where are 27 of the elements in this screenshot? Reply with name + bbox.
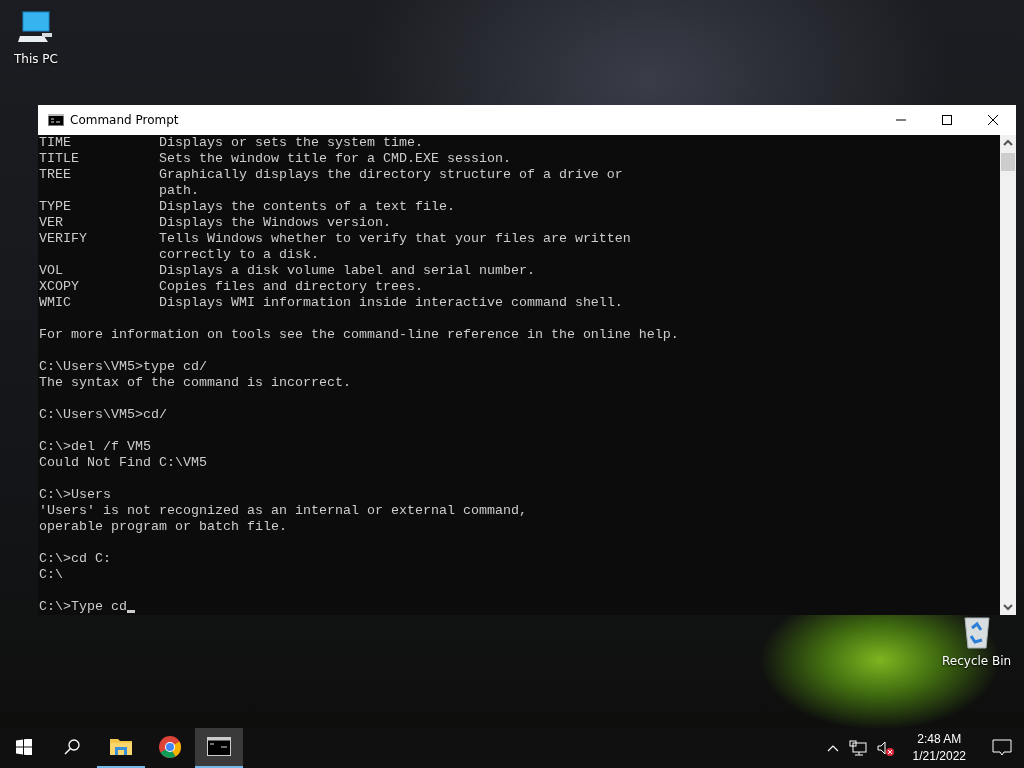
desktop-icon-label[interactable]: Recycle Bin bbox=[942, 654, 1012, 668]
console-line: C:\>cd C: bbox=[39, 551, 112, 567]
console-line: WMIC Displays WMI information inside interactive command shell. bbox=[39, 295, 624, 311]
console-line: correctly to a disk. bbox=[157, 247, 320, 263]
console-line: C:\>Users bbox=[39, 487, 112, 503]
console-line: C:\ bbox=[39, 567, 64, 583]
console-line: Could Not Find C:\VM5 bbox=[39, 455, 208, 471]
console-line: C:\Users\VM5>type cd/ bbox=[39, 359, 208, 375]
console-line: The syntax of the command is incorrect. bbox=[39, 375, 352, 391]
console-line: TYPE Displays the contents of a text file. bbox=[39, 199, 456, 215]
console-line: 'Users' is not recognized as an internal or external command, bbox=[39, 503, 528, 519]
command-input[interactable]: C:\>Type cd bbox=[39, 599, 127, 615]
console-line: VERIFY Tells Windows whether to verify that your files are written bbox=[39, 231, 632, 247]
console-line: operable program or batch file. bbox=[39, 519, 288, 535]
window-title: Command Prompt bbox=[70, 113, 180, 127]
console-line: C:\Users\VM5>cd/ bbox=[39, 407, 168, 423]
console-line: VER Displays the Windows version. bbox=[39, 215, 392, 231]
console-line: path. bbox=[157, 183, 200, 199]
console-line: TREE Graphically displays the directory structure of a drive or bbox=[39, 167, 624, 183]
console-line: C:\>del /f VM5 bbox=[39, 439, 152, 455]
console-line: TIME Displays or sets the system time. bbox=[39, 135, 424, 151]
console-line: TITLE Sets the window title for a CMD.EXE session. bbox=[39, 151, 512, 167]
clock-button[interactable]: 2:48 AM 1/21/2022 bbox=[904, 731, 974, 765]
desktop-icon-label[interactable]: This PC bbox=[14, 52, 58, 66]
console-line: For more information on tools see the command-line reference in the online help. bbox=[39, 327, 680, 343]
console-line: XCOPY Copies files and directory trees. bbox=[39, 279, 424, 295]
console-line: VOL Displays a disk volume label and serial number. bbox=[39, 263, 536, 279]
